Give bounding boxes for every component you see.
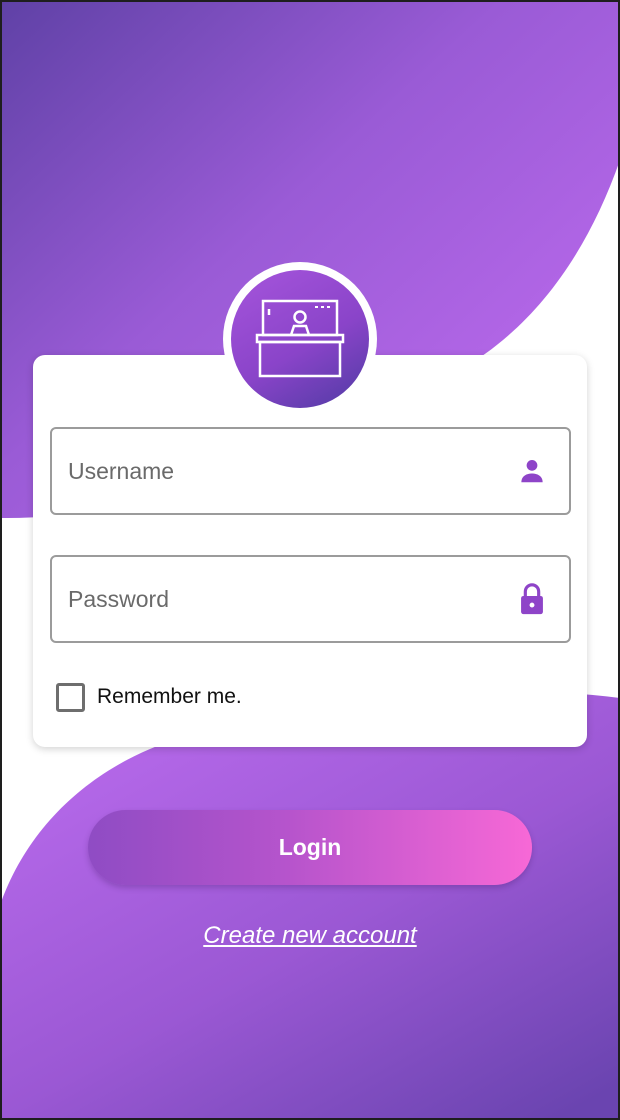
logo-badge bbox=[231, 270, 369, 408]
lock-icon bbox=[521, 583, 543, 615]
login-button-label: Login bbox=[278, 834, 342, 860]
remember-me-row[interactable]: Remember me. bbox=[56, 682, 242, 712]
password-input[interactable] bbox=[68, 557, 488, 641]
login-button[interactable]: Login bbox=[88, 810, 532, 885]
person-icon bbox=[521, 460, 543, 483]
reception-desk-icon bbox=[255, 299, 345, 378]
create-account-link[interactable]: Create new account bbox=[0, 922, 620, 950]
username-input[interactable] bbox=[68, 429, 488, 513]
username-field[interactable] bbox=[50, 427, 571, 515]
password-field[interactable] bbox=[50, 555, 571, 643]
remember-me-checkbox[interactable] bbox=[56, 682, 85, 712]
remember-me-label: Remember me. bbox=[97, 685, 242, 708]
